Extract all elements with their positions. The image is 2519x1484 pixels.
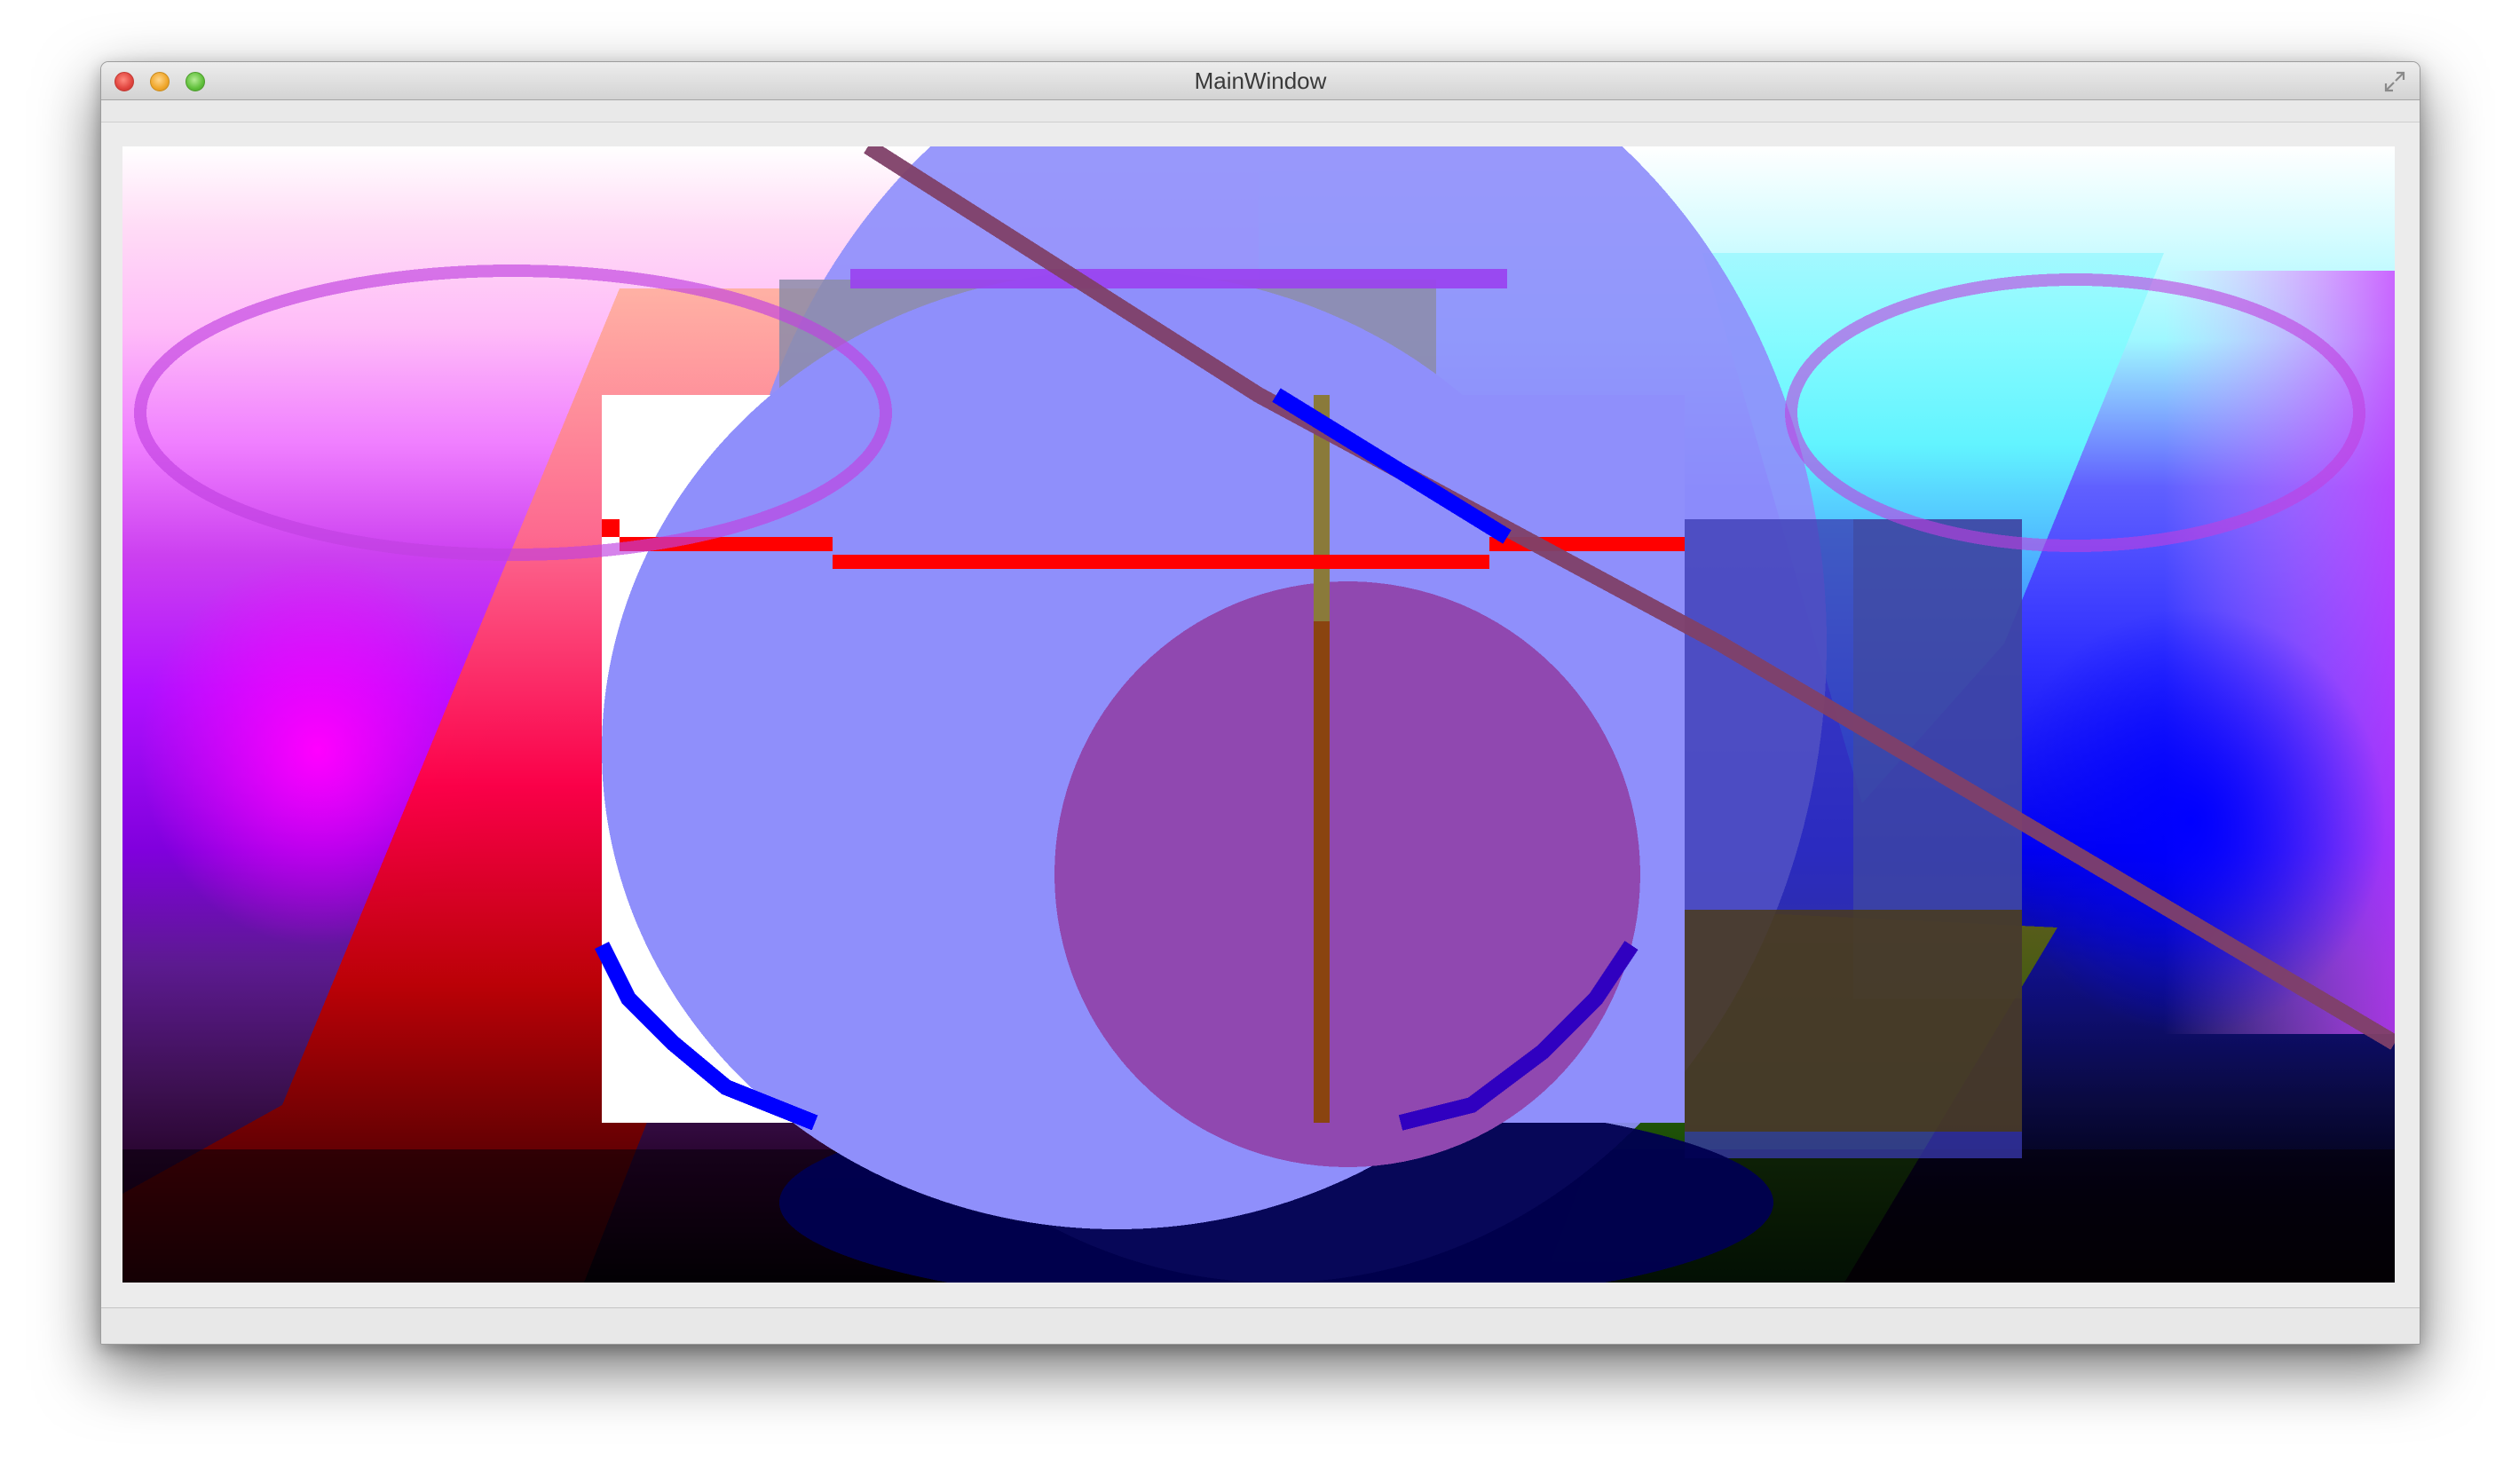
main-window: MainWindow (100, 61, 2420, 1345)
olive-panel (1685, 910, 2022, 1132)
title-bar[interactable]: MainWindow (101, 62, 2420, 100)
fullscreen-icon[interactable] (2382, 69, 2407, 94)
status-bar (101, 1307, 2420, 1344)
purple-top-band (850, 269, 1507, 288)
render-canvas (122, 146, 2395, 1283)
red-line-2 (833, 555, 1489, 569)
toolbar-strip (101, 100, 2420, 122)
orange-bar (1314, 621, 1330, 1123)
red-line-4 (602, 519, 620, 537)
blue-glow (1995, 608, 2386, 1034)
purple-circle (1054, 581, 1640, 1167)
window-title: MainWindow (1194, 67, 1327, 94)
